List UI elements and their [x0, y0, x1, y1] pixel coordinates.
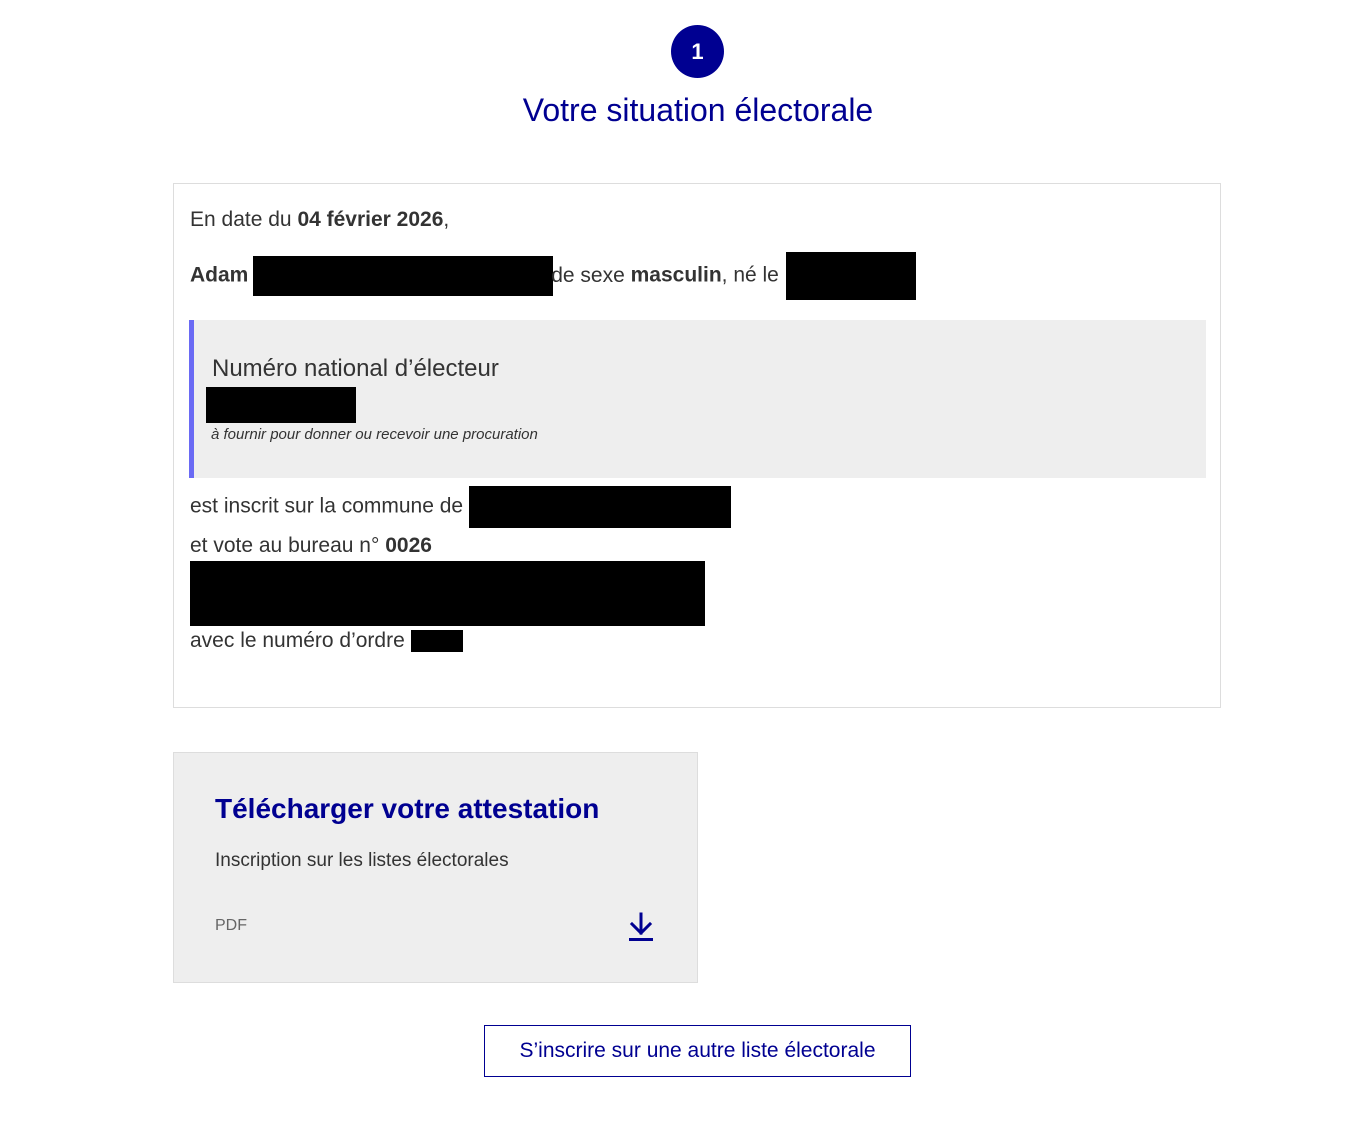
voter-number-title: Numéro national d’électeur	[212, 355, 499, 382]
redacted-ordre-number	[410, 630, 463, 653]
date-value: 04 février 2026	[297, 208, 444, 231]
sex-prefix: de sexe	[551, 263, 625, 287]
ordre-text: avec le numéro d’ordre	[190, 629, 405, 652]
redacted-voter-number	[206, 387, 356, 423]
download-title[interactable]: Télécharger votre attestation	[215, 793, 599, 825]
voter-number-callout: Numéro national d’électeur à fournir pou…	[189, 320, 1206, 478]
first-name: Adam	[190, 263, 249, 287]
bureau-text: et vote au bureau n°	[190, 534, 380, 557]
register-other-list-button[interactable]: S’inscrire sur une autre liste électoral…	[484, 1025, 911, 1077]
voter-number-note: à fournir pour donner ou recevoir une pr…	[211, 426, 538, 443]
download-icon[interactable]	[626, 911, 656, 943]
download-attestation-tile[interactable]: Télécharger votre attestation Inscriptio…	[173, 752, 698, 983]
commune-line: est inscrit sur la commune de	[190, 486, 731, 528]
date-line: En date du 04 février 2026,	[190, 208, 449, 232]
redacted-birth-date	[785, 252, 916, 300]
bureau-number: 0026	[385, 534, 432, 557]
identity-line: Adam de sexe masculin, né le	[190, 252, 916, 300]
step-number-badge: 1	[671, 25, 724, 78]
date-suffix: ,	[443, 208, 450, 231]
commune-text: est inscrit sur la commune de	[190, 494, 464, 518]
page-title: Votre situation électorale	[522, 92, 874, 128]
bureau-line: et vote au bureau n° 0026	[190, 534, 432, 558]
redacted-last-name	[253, 256, 554, 296]
date-prefix: En date du	[190, 208, 292, 231]
download-description: Inscription sur les listes électorales	[215, 850, 509, 871]
birth-prefix: , né le	[721, 263, 779, 287]
sex-value: masculin	[630, 263, 722, 287]
electoral-situation-card: En date du 04 février 2026, Adam de sexe…	[173, 183, 1221, 708]
file-format-label: PDF	[215, 917, 247, 934]
redacted-commune	[468, 486, 731, 528]
redacted-bureau-address	[190, 561, 705, 626]
ordre-line: avec le numéro d’ordre	[190, 629, 463, 653]
